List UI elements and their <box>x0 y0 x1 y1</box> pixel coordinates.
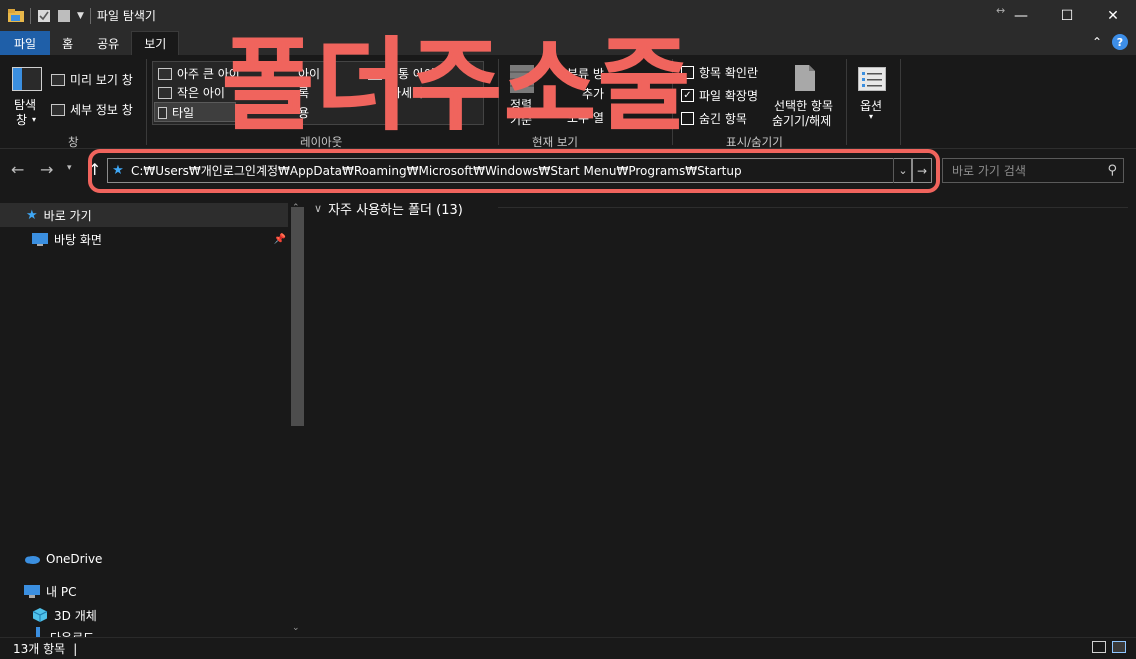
tab-view[interactable]: 보기 <box>131 31 180 55</box>
tab-share[interactable]: 공유 <box>85 31 131 55</box>
close-button[interactable]: ✕ <box>1090 0 1136 31</box>
download-icon <box>36 627 40 637</box>
nav-item-quick-access[interactable]: ★ 바로 가기 <box>0 203 288 227</box>
group-separator <box>146 59 147 145</box>
hide-selected-icon[interactable] <box>794 64 816 92</box>
details-view-icon[interactable] <box>1092 641 1106 653</box>
annotation-overlay: 폴더주소줄 <box>222 27 692 144</box>
tab-file[interactable]: 파일 <box>0 31 51 55</box>
toolbar-separator <box>89 7 91 24</box>
navigation-pane-label-2[interactable]: 창 ▾ <box>16 111 36 128</box>
layout-small-icons[interactable]: 작은 아이 <box>158 84 225 101</box>
customize-toolbar-icon[interactable]: ▼ <box>77 11 84 21</box>
small-icons-icon <box>158 86 172 99</box>
folder-icon[interactable] <box>8 8 24 23</box>
status-separator: | <box>73 641 78 656</box>
back-arrow-icon[interactable]: ← <box>11 160 24 179</box>
forward-arrow-icon[interactable]: → <box>40 160 53 179</box>
frequent-folders-group[interactable]: ∨ 자주 사용하는 폴더 (13) <box>314 199 463 218</box>
navigation-pane <box>0 201 306 637</box>
tab-home[interactable]: 홈 <box>50 31 85 55</box>
navigation-pane-icon[interactable] <box>12 67 42 91</box>
options-dropdown-icon[interactable]: ▾ <box>869 112 873 121</box>
large-icons-icon <box>158 67 172 80</box>
nav-item-onedrive[interactable]: OneDrive <box>0 547 102 571</box>
tiles-icon <box>158 106 167 119</box>
cube-icon <box>32 608 48 622</box>
collapse-ribbon-icon[interactable]: ⌃ <box>1092 35 1102 49</box>
hide-selected-label-2[interactable]: 숨기기/해제 <box>772 112 831 129</box>
nav-pane-scroll-thumb[interactable] <box>291 207 304 426</box>
view-switcher <box>1092 641 1126 653</box>
pc-icon <box>24 584 40 598</box>
scroll-up-icon[interactable]: ⌃ <box>292 203 300 213</box>
quick-access-toolbar: ▼ <box>0 7 91 24</box>
item-checkboxes-toggle[interactable]: 항목 확인란 <box>681 64 758 81</box>
details-pane-button[interactable]: 세부 정보 창 <box>51 101 133 118</box>
scroll-down-icon[interactable]: ⌄ <box>292 623 300 633</box>
nav-item-this-pc[interactable]: 내 PC <box>0 579 76 603</box>
search-icon[interactable]: ⚲ <box>1107 163 1117 178</box>
group-separator <box>846 59 847 145</box>
preview-pane-icon <box>51 73 65 86</box>
recent-locations-icon[interactable]: ▾ <box>67 163 72 173</box>
cloud-icon <box>25 556 40 564</box>
show-hide-group-label: 표시/숨기기 <box>726 135 783 149</box>
nav-item-3d-objects[interactable]: 3D 개체 <box>0 603 97 627</box>
search-box[interactable]: 바로 가기 검색 ⚲ <box>942 158 1124 183</box>
window-title: 파일 탐색기 <box>96 9 156 23</box>
nav-item-desktop[interactable]: 바탕 화면 📌 <box>0 227 288 251</box>
new-folder-icon[interactable] <box>57 9 71 23</box>
chevron-down-icon[interactable]: ∨ <box>314 202 322 215</box>
panes-group-label: 창 <box>68 135 79 149</box>
group-header-label: 자주 사용하는 폴더 (13) <box>328 203 463 218</box>
minimize-button[interactable]: — <box>998 0 1044 31</box>
layout-tiles[interactable]: 타일 <box>158 104 194 121</box>
dropdown-arrow-icon: ▾ <box>32 115 37 124</box>
status-bar: 13개 항목 | <box>0 637 1136 659</box>
properties-icon[interactable] <box>37 9 51 23</box>
large-icons-view-icon[interactable] <box>1112 641 1126 653</box>
toolbar-separator <box>30 7 31 24</box>
preview-pane-button[interactable]: 미리 보기 창 <box>51 71 133 88</box>
star-icon: ★ <box>26 207 38 223</box>
desktop-icon <box>32 232 48 246</box>
address-bar-highlight <box>88 149 940 193</box>
group-divider <box>498 207 1128 208</box>
details-pane-icon <box>51 103 65 116</box>
group-separator <box>900 59 901 145</box>
nav-item-downloads[interactable]: 다운로드 <box>0 627 94 637</box>
content-pane <box>306 193 1136 637</box>
pin-icon[interactable]: 📌 <box>274 234 286 245</box>
maximize-button[interactable]: ☐ <box>1044 0 1090 31</box>
help-icon[interactable]: ? <box>1112 34 1128 50</box>
file-extensions-toggle[interactable]: ✓ 파일 확장명 <box>681 87 758 104</box>
item-count: 13개 항목 <box>13 642 66 656</box>
options-icon[interactable] <box>858 67 886 91</box>
search-placeholder: 바로 가기 검색 <box>952 164 1026 178</box>
